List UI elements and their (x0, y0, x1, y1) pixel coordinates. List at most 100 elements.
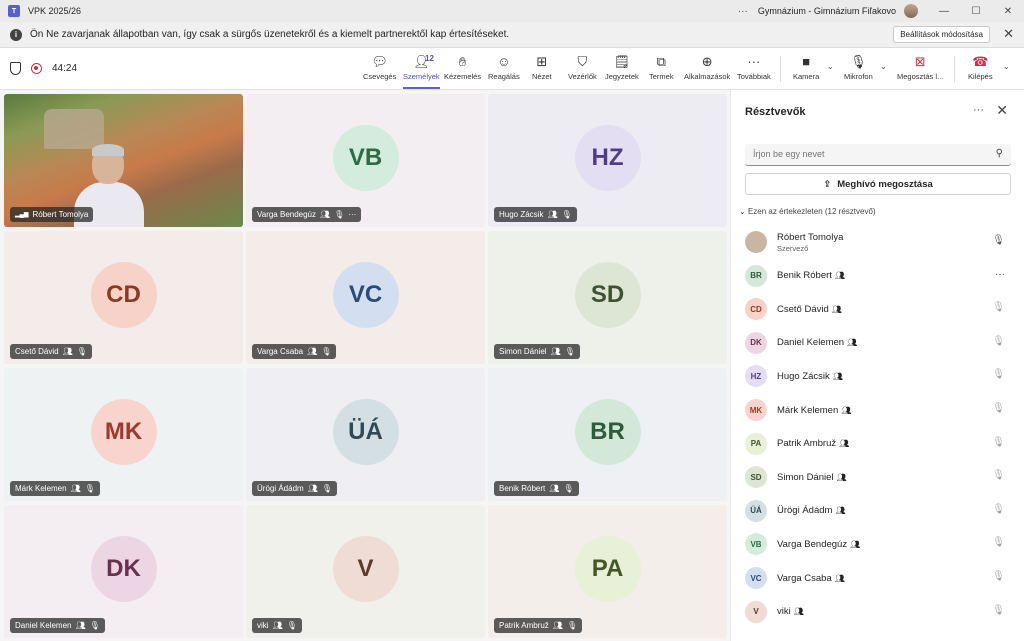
participant-initials-avatar: CD (90, 261, 157, 328)
shield-icon[interactable] (10, 62, 21, 75)
add-app-icon: ⊕ (701, 54, 713, 69)
participant-row[interactable]: MK Márk Kelemen 👥︎ 🎙︎ (745, 395, 1015, 425)
avatar: MK (745, 399, 767, 421)
participant-initials-avatar: HZ (574, 124, 641, 191)
participant-name: Daniel Kelemen (15, 621, 72, 630)
recording-icon[interactable] (31, 63, 42, 74)
video-tile[interactable]: HZ Hugo Zácsik 👥︎ 🎙︎ (488, 94, 727, 227)
video-tile[interactable]: Vviki 👥︎ 🎙︎ (246, 505, 485, 638)
participant-row[interactable]: HZ Hugo Zácsik 👥︎ 🎙︎ (745, 361, 1015, 391)
notes-button[interactable]: 🗒︎ Jegyzetek (605, 52, 639, 86)
close-window-button[interactable]: ✕ (992, 6, 1024, 17)
video-tile[interactable]: ▂▄▆ Róbert Tomolya (4, 94, 243, 227)
participant-initials-avatar: V (332, 535, 399, 602)
mic-off-icon: 🎙︎ (992, 571, 1005, 582)
mic-off-icon: 🎙︎ (564, 347, 575, 356)
tile-more-icon[interactable]: ··· (348, 210, 356, 219)
video-tile[interactable]: VC Varga Csaba 👥︎ 🎙︎ (246, 231, 485, 364)
participant-name: Csető Dávid (15, 347, 59, 356)
participant-row[interactable]: PA Patrik Ambruž 👥︎ 🎙︎ (745, 429, 1015, 459)
mic-off-icon: 🎙︎ (992, 403, 1005, 414)
participant-name: Hugo Zácsik 👥︎ (777, 370, 843, 382)
share-invite-button[interactable]: ⇪ Meghívó megosztása (745, 173, 1011, 195)
video-tile[interactable]: VB Varga Bendegúz 👥︎ 🎙︎ ··· (246, 94, 485, 227)
guest-icon: 👥︎ (62, 347, 73, 356)
participant-row[interactable]: SD Simon Dániel 👥︎ 🎙︎ (745, 462, 1015, 492)
minimize-button[interactable]: — (928, 6, 960, 17)
camera-button[interactable]: ■ Kamera (793, 52, 819, 86)
participant-row[interactable]: BR Benik Róbert 👥︎ ··· (745, 261, 1015, 291)
teams-logo-icon: T (8, 5, 20, 17)
view-label: Nézet (532, 72, 552, 81)
react-button[interactable]: ☺ Reagálás (488, 52, 520, 86)
participant-name-tag: Daniel Kelemen 👥︎ 🎙︎ (10, 618, 105, 633)
participant-more-icon[interactable]: ··· (995, 269, 1005, 280)
participant-initials-avatar: SD (574, 261, 641, 328)
participant-search[interactable]: ⚲ (745, 144, 1011, 166)
participant-row[interactable]: DK Daniel Kelemen 👥︎ 🎙︎ (745, 328, 1015, 358)
share-button[interactable]: ⊠ Megosztás l... (897, 52, 943, 86)
participant-row[interactable]: ÜÁ Ürögi Ádádm 👥︎ 🎙︎ (745, 496, 1015, 526)
mic-off-icon: 🎙︎ (992, 369, 1005, 381)
participant-name-tag: viki 👥︎ 🎙︎ (252, 618, 302, 633)
guest-icon: 👥︎ (70, 484, 81, 493)
video-tile[interactable]: CD Csető Dávid 👥︎ 🎙︎ (4, 231, 243, 364)
video-tile[interactable]: PA Patrik Ambruž 👥︎ 🎙︎ (488, 505, 727, 638)
mic-button[interactable]: 🎙︎ Mikrofon (844, 52, 873, 86)
people-button[interactable]: 👤︎ 12 Személyek (403, 52, 440, 89)
mic-off-icon: 🎙︎ (321, 484, 332, 493)
leave-chevron-down-icon[interactable]: ⌄ (1003, 62, 1010, 71)
view-button[interactable]: ⊞ Nézet (532, 52, 552, 86)
mic-off-icon: 🎙︎ (563, 484, 574, 493)
more-options-icon[interactable]: ··· (738, 6, 748, 17)
raise-hand-button[interactable]: ✋︎ Kézemelés (444, 52, 481, 86)
avatar: CD (745, 298, 767, 321)
participant-name: Benik Róbert (499, 484, 546, 493)
avatar: BR (745, 264, 767, 287)
meeting-timer: 44:24 (52, 63, 78, 74)
dnd-banner: i Ön Ne zavarjanak állapotban van, így c… (0, 22, 1024, 48)
video-tile[interactable]: DK Daniel Kelemen 👥︎ 🎙︎ (4, 505, 243, 638)
smiley-icon: ☺ (497, 54, 511, 69)
panel-more-icon[interactable]: ··· (973, 104, 984, 116)
apps-button[interactable]: ⊕ Alkalmazások (684, 52, 730, 86)
video-tile[interactable]: ÜÁ Ürögi Ádádm 👥︎ 🎙︎ (246, 368, 485, 501)
participant-initials-avatar: VC (332, 261, 399, 328)
chat-button[interactable]: 💬︎ Csevegés (363, 52, 396, 86)
panel-close-icon[interactable]: ✕ (996, 102, 1008, 119)
more-button[interactable]: ··· Továbbiak (737, 52, 771, 86)
mic-chevron-down-icon[interactable]: ⌄ (880, 62, 887, 71)
video-tile[interactable]: SD Simon Dániel 👥︎ 🎙︎ (488, 231, 727, 364)
participant-name: Varga Bendegúz (257, 210, 317, 219)
hand-icon: ✋︎ (458, 54, 467, 69)
participant-initials-avatar: MK (90, 398, 157, 465)
search-input[interactable] (745, 144, 975, 164)
rooms-button[interactable]: ⧉ Termek (649, 52, 674, 86)
participant-row[interactable]: Vviki 👥︎ 🎙︎ (745, 597, 1015, 627)
change-settings-button[interactable]: Beállítások módosítása (893, 26, 990, 43)
profile-avatar[interactable] (904, 4, 918, 18)
maximize-button[interactable]: ☐ (960, 6, 992, 17)
participants-section-header[interactable]: ⌄ Ezen az értekezleten (12 résztvevő) (739, 207, 876, 216)
guest-icon: 👥︎ (832, 371, 843, 381)
guest-icon: 👥︎ (552, 621, 563, 630)
camera-chevron-down-icon[interactable]: ⌄ (827, 62, 834, 71)
controls-button[interactable]: ⛉ Vezérlők (568, 52, 597, 86)
participant-row[interactable]: VB Varga Bendegúz 👥︎ 🎙︎ (745, 529, 1015, 559)
shield-gear-icon: ⛉ (577, 54, 588, 69)
video-tile[interactable]: BR Benik Róbert 👥︎ 🎙︎ (488, 368, 727, 501)
banner-close-icon[interactable]: ✕ (1003, 26, 1014, 42)
participant-initials-avatar: ÜÁ (332, 398, 399, 465)
share-icon: ⇪ (823, 178, 832, 190)
participant-name: Varga Csaba (257, 347, 304, 356)
organization-name[interactable]: Gymnázium - Gimnázium Fiľakovo (758, 6, 896, 16)
participant-row[interactable]: VC Varga Csaba 👥︎ 🎙︎ (745, 563, 1015, 593)
participant-name-tag: Benik Róbert 👥︎ 🎙︎ (494, 481, 579, 496)
participant-row[interactable]: Róbert Tomolya Szervező 🎙︎ (745, 227, 1015, 257)
avatar: VC (745, 567, 767, 589)
video-tile[interactable]: MK Márk Kelemen 👥︎ 🎙︎ (4, 368, 243, 501)
participant-row[interactable]: CD Csető Dávid 👥︎ 🎙︎ (745, 294, 1015, 324)
leave-button[interactable]: ☎︎ Kilépés (968, 52, 993, 86)
mic-off-icon: 🎙︎ (992, 604, 1005, 616)
participant-role: Szervező (777, 243, 809, 253)
